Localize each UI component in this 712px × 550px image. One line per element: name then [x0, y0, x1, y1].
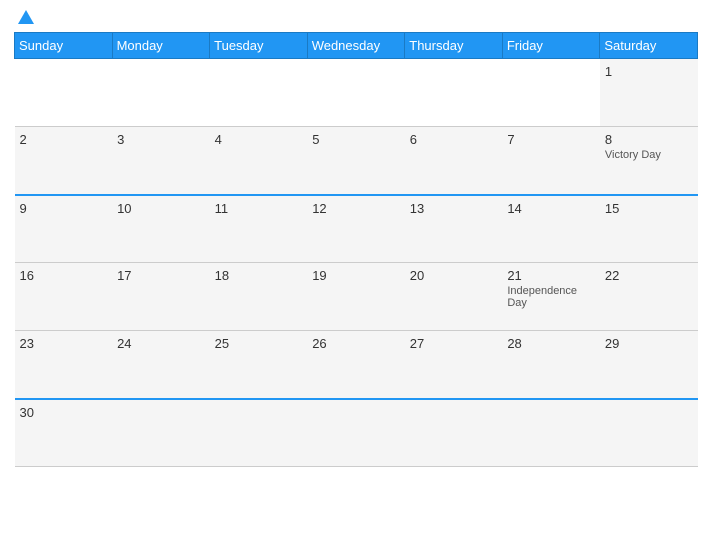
calendar-cell [112, 399, 210, 467]
calendar-cell: 7 [502, 127, 600, 195]
weekday-header-tuesday: Tuesday [210, 33, 308, 59]
calendar-cell: 22 [600, 263, 698, 331]
calendar-cell [15, 59, 113, 127]
weekday-header-wednesday: Wednesday [307, 33, 405, 59]
day-number: 26 [312, 336, 400, 351]
calendar-container: SundayMondayTuesdayWednesdayThursdayFrid… [0, 0, 712, 550]
day-number: 30 [20, 405, 108, 420]
calendar-cell: 6 [405, 127, 503, 195]
week-row-3: 16 17 18 19 20 21 Independence Day 22 [15, 263, 698, 331]
calendar-cell: 17 [112, 263, 210, 331]
calendar-cell: 4 [210, 127, 308, 195]
calendar-cell: 23 [15, 331, 113, 399]
calendar-cell: 14 [502, 195, 600, 263]
calendar-cell: 5 [307, 127, 405, 195]
day-number: 17 [117, 268, 205, 283]
weekday-header-monday: Monday [112, 33, 210, 59]
calendar-table: SundayMondayTuesdayWednesdayThursdayFrid… [14, 32, 698, 467]
calendar-cell [210, 59, 308, 127]
day-number: 1 [605, 64, 693, 79]
calendar-cell: 26 [307, 331, 405, 399]
day-number: 11 [215, 201, 303, 216]
calendar-cell [405, 59, 503, 127]
calendar-cell: 3 [112, 127, 210, 195]
day-number: 24 [117, 336, 205, 351]
day-number: 14 [507, 201, 595, 216]
calendar-cell [307, 59, 405, 127]
day-number: 10 [117, 201, 205, 216]
weekday-header-sunday: Sunday [15, 33, 113, 59]
calendar-cell: 1 [600, 59, 698, 127]
week-row-0: 1 [15, 59, 698, 127]
week-row-5: 30 [15, 399, 698, 467]
week-row-1: 2345678 Victory Day [15, 127, 698, 195]
day-number: 16 [20, 268, 108, 283]
day-number: 20 [410, 268, 498, 283]
day-number: 22 [605, 268, 693, 283]
weekday-header-friday: Friday [502, 33, 600, 59]
calendar-cell [112, 59, 210, 127]
calendar-cell [600, 399, 698, 467]
week-row-4: 23 24 25 26 27 28 29 [15, 331, 698, 399]
day-number: 8 [605, 132, 693, 147]
calendar-cell: 13 [405, 195, 503, 263]
calendar-cell: 24 [112, 331, 210, 399]
calendar-cell: 29 [600, 331, 698, 399]
day-number: 21 [507, 268, 595, 283]
calendar-cell: 20 [405, 263, 503, 331]
calendar-cell [405, 399, 503, 467]
calendar-cell: 9 [15, 195, 113, 263]
header [14, 10, 698, 24]
calendar-cell: 28 [502, 331, 600, 399]
calendar-cell: 27 [405, 331, 503, 399]
calendar-cell: 2 [15, 127, 113, 195]
day-number: 23 [20, 336, 108, 351]
calendar-cell: 8 Victory Day [600, 127, 698, 195]
day-number: 28 [507, 336, 595, 351]
calendar-cell: 19 [307, 263, 405, 331]
logo [14, 10, 34, 24]
logo-triangle-icon [18, 10, 34, 24]
day-number: 18 [215, 268, 303, 283]
weekday-header-row: SundayMondayTuesdayWednesdayThursdayFrid… [15, 33, 698, 59]
calendar-cell: 10 [112, 195, 210, 263]
day-number: 2 [20, 132, 108, 147]
day-number: 29 [605, 336, 693, 351]
calendar-cell [502, 59, 600, 127]
day-number: 12 [312, 201, 400, 216]
day-number: 5 [312, 132, 400, 147]
weekday-header-saturday: Saturday [600, 33, 698, 59]
day-number: 6 [410, 132, 498, 147]
day-number: 7 [507, 132, 595, 147]
calendar-cell: 25 [210, 331, 308, 399]
calendar-cell: 12 [307, 195, 405, 263]
calendar-cell: 30 [15, 399, 113, 467]
holiday-label: Independence Day [507, 285, 595, 309]
day-number: 25 [215, 336, 303, 351]
day-number: 3 [117, 132, 205, 147]
holiday-label: Victory Day [605, 149, 693, 161]
week-row-2: 9 10 11 12 13 14 15 [15, 195, 698, 263]
calendar-cell: 18 [210, 263, 308, 331]
calendar-cell: 11 [210, 195, 308, 263]
day-number: 4 [215, 132, 303, 147]
day-number: 9 [20, 201, 108, 216]
calendar-cell: 15 [600, 195, 698, 263]
day-number: 15 [605, 201, 693, 216]
calendar-cell: 21 Independence Day [502, 263, 600, 331]
calendar-cell [502, 399, 600, 467]
day-number: 19 [312, 268, 400, 283]
day-number: 13 [410, 201, 498, 216]
calendar-cell: 16 [15, 263, 113, 331]
weekday-header-thursday: Thursday [405, 33, 503, 59]
calendar-cell [307, 399, 405, 467]
day-number: 27 [410, 336, 498, 351]
calendar-cell [210, 399, 308, 467]
